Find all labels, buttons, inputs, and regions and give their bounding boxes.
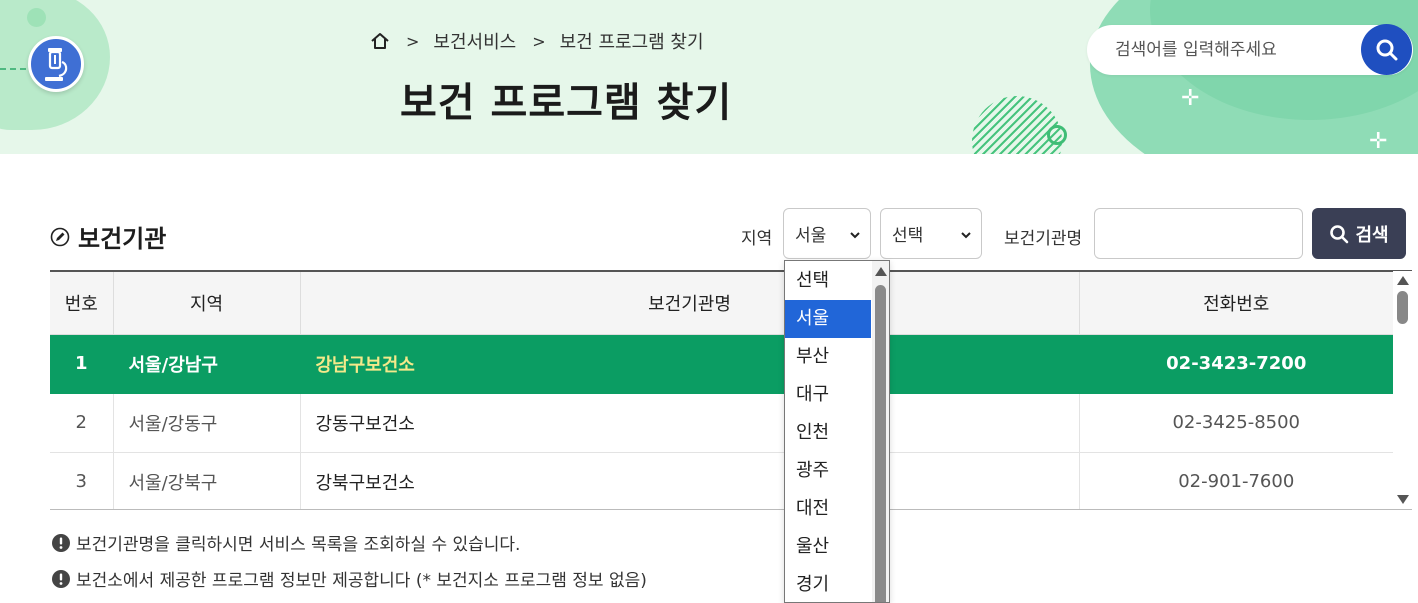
row-org-name-link[interactable]: 강북구보건소 xyxy=(300,452,1080,509)
row-phone: 02-901-7600 xyxy=(1079,452,1393,509)
sparkle-icon: ✛ xyxy=(1181,86,1200,111)
health-logo-icon xyxy=(28,36,84,92)
column-header: 전화번호 xyxy=(1079,272,1393,335)
region-select-value: 서울 xyxy=(795,226,827,246)
column-header: 번호 xyxy=(50,272,114,335)
table-header-row: 번호 지역 보건기관명 전화번호 xyxy=(50,272,1393,335)
column-header: 보건기관명 xyxy=(300,272,1080,335)
info-note: 보건기관명을 클릭하시면 서비스 목록을 조회하실 수 있습니다. xyxy=(52,530,520,555)
scroll-up-icon[interactable] xyxy=(1397,276,1409,285)
row-org-name-link[interactable]: 강남구보건소 xyxy=(300,334,1080,394)
search-button[interactable]: 검색 xyxy=(1312,208,1406,259)
breadcrumb-item[interactable]: 보건 프로그램 찾기 xyxy=(560,28,704,54)
search-icon xyxy=(1329,224,1349,244)
info-note-text: 보건소에서 제공한 프로그램 정보만 제공합니다 (* 보건지소 프로그램 정보… xyxy=(76,571,647,591)
decor-stripe-circle xyxy=(972,96,1062,154)
region-option[interactable]: 울산 xyxy=(785,528,871,566)
info-note-text: 보건기관명을 클릭하시면 서비스 목록을 조회하실 수 있습니다. xyxy=(76,535,521,555)
row-phone: 02-3423-7200 xyxy=(1079,334,1393,394)
search-icon xyxy=(1375,38,1399,62)
region-select[interactable]: 서울 xyxy=(783,208,871,259)
table-scrollbar[interactable] xyxy=(1393,271,1412,509)
scrollbar-thumb[interactable] xyxy=(875,285,886,602)
row-region: 서울/강북구 xyxy=(113,452,301,509)
section-title-text: 보건기관 xyxy=(78,225,167,253)
chevron-right-icon: > xyxy=(532,31,546,51)
row-number: 3 xyxy=(50,452,114,509)
org-name-label: 보건기관명 xyxy=(1004,229,1083,249)
search-button-label: 검색 xyxy=(1355,224,1389,246)
global-search-button[interactable] xyxy=(1361,24,1412,75)
row-phone: 02-3425-8500 xyxy=(1079,393,1393,453)
district-select[interactable]: 선택 xyxy=(880,208,982,259)
row-number: 2 xyxy=(50,393,114,453)
district-select-value: 선택 xyxy=(892,226,924,246)
scroll-down-icon[interactable] xyxy=(1397,495,1409,504)
region-option[interactable]: 부산 xyxy=(785,338,871,376)
row-region: 서울/강동구 xyxy=(113,393,301,453)
info-note: 보건소에서 제공한 프로그램 정보만 제공합니다 (* 보건지소 프로그램 정보… xyxy=(52,566,647,591)
table-row[interactable]: 2 서울/강동구 강동구보건소 02-3425-8500 xyxy=(50,393,1393,453)
decor-dot xyxy=(27,8,46,27)
sparkle-icon: ✛ xyxy=(1369,129,1388,154)
global-search-input[interactable] xyxy=(1115,37,1355,63)
exclamation-circle-icon xyxy=(52,569,70,588)
region-dropdown-list: 선택 서울 부산 대구 인천 광주 대전 울산 경기 xyxy=(784,260,890,603)
breadcrumb: > 보건서비스 > 보건 프로그램 찾기 xyxy=(370,28,704,54)
region-option[interactable]: 대구 xyxy=(785,376,871,414)
home-icon[interactable] xyxy=(370,32,390,50)
row-org-name-link[interactable]: 강동구보건소 xyxy=(300,393,1080,453)
breadcrumb-item[interactable]: 보건서비스 xyxy=(433,28,516,54)
page-title: 보건 프로그램 찾기 xyxy=(400,80,733,126)
org-name-input[interactable] xyxy=(1094,208,1303,259)
table-row[interactable]: 1 서울/강남구 강남구보건소 02-3423-7200 xyxy=(50,334,1393,394)
header-banner: ✛ ✛ > 보건서비스 > 보건 프로그램 찾기 보건 프로그램 찾기 xyxy=(0,0,1418,154)
decor-ring xyxy=(1047,125,1067,145)
region-label: 지역 xyxy=(741,229,773,249)
region-option[interactable]: 대전 xyxy=(785,490,871,528)
dropdown-scrollbar[interactable] xyxy=(872,261,889,602)
table-row[interactable]: 3 서울/강북구 강북구보건소 02-901-7600 xyxy=(50,452,1393,509)
chevron-down-icon xyxy=(960,226,972,246)
region-option[interactable]: 광주 xyxy=(785,452,871,490)
chevron-down-icon xyxy=(849,226,861,246)
region-option-selected[interactable]: 서울 xyxy=(785,300,871,338)
org-table: 번호 지역 보건기관명 전화번호 1 서울/강남구 강남구보건소 02-3423… xyxy=(50,270,1412,510)
region-option[interactable]: 경기 xyxy=(785,566,871,602)
row-region: 서울/강남구 xyxy=(113,334,301,394)
column-header: 지역 xyxy=(113,272,301,335)
region-option[interactable]: 인천 xyxy=(785,414,871,452)
scroll-up-icon[interactable] xyxy=(875,267,887,276)
row-number: 1 xyxy=(50,334,114,394)
exclamation-circle-icon xyxy=(52,533,70,552)
section-title: 보건기관 xyxy=(50,219,166,254)
edit-circle-icon xyxy=(50,227,70,247)
scrollbar-thumb[interactable] xyxy=(1397,291,1408,324)
region-option[interactable]: 선택 xyxy=(785,262,871,300)
chevron-right-icon: > xyxy=(406,31,420,51)
